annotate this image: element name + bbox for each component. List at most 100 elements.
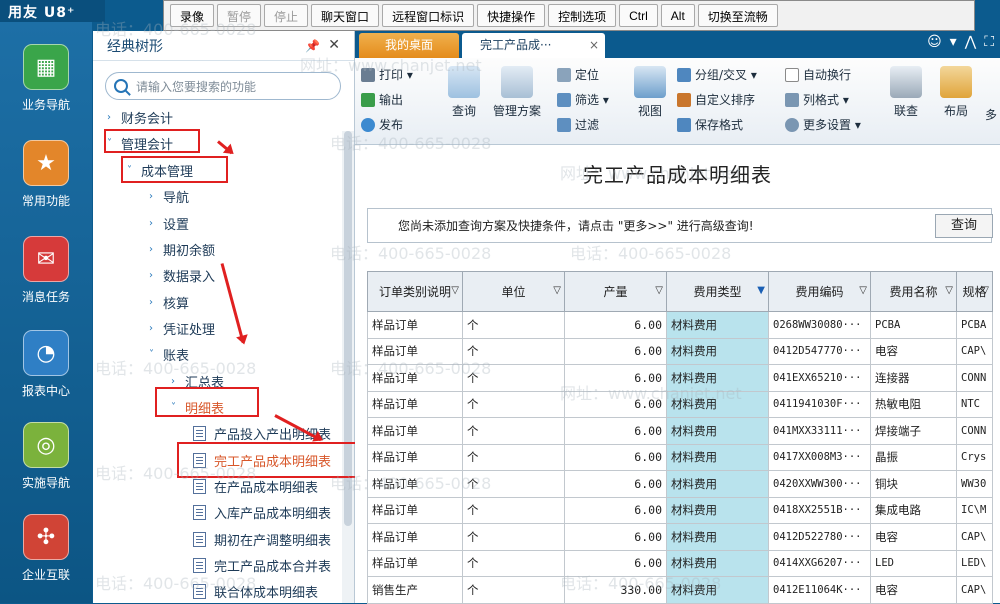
tab-finished-cost[interactable]: 完工产品成··· × [462,33,605,58]
table-cell[interactable]: 个 [462,443,565,471]
remote-window-id-button[interactable]: 远程窗口标识 [382,4,475,27]
tree-item-settings[interactable]: › 设置 [149,214,189,233]
table-cell[interactable]: 0411941030F··· [768,390,871,418]
table-cell[interactable]: 6.00 [564,364,667,392]
nav-message[interactable]: ✉ 消息任务 [8,236,84,305]
table-cell[interactable]: IC\M [956,496,993,524]
scheme-button[interactable]: 管理方案 [489,66,545,119]
table-cell[interactable]: 材料费用 [666,549,769,577]
table-cell[interactable]: 0412D522780··· [768,523,871,551]
locate-button[interactable]: 定位 [557,66,599,83]
table-cell[interactable]: 材料费用 [666,443,769,471]
record-button[interactable]: 录像 [170,4,215,27]
table-cell[interactable]: 材料费用 [666,337,769,365]
smile-icon[interactable]: ☺ [927,34,942,50]
column-header[interactable]: 产量 ▽ [564,271,667,312]
filter-icon[interactable]: ▽ [451,285,459,296]
tree-item-nav[interactable]: › 导航 [149,187,189,206]
table-cell[interactable]: 材料费用 [666,417,769,445]
nav-connect[interactable]: ✣ 企业互联 [8,514,84,583]
column-header[interactable]: 费用类型 ▼ [666,271,769,312]
table-cell[interactable]: WW30 [956,470,993,498]
table-cell[interactable]: 0420XXWW300··· [768,470,871,498]
table-row[interactable]: 样品订单个 6.00 材料费用 0414XXG6207··· LED LED\ [367,549,993,577]
table-cell[interactable]: 6.00 [564,417,667,445]
colformat-button[interactable]: 列格式 ▾ [785,91,849,108]
table-cell[interactable]: 电容 [870,337,957,365]
table-cell[interactable]: 0412D547770··· [768,337,871,365]
table-cell[interactable]: 个 [462,390,565,418]
table-cell[interactable]: 041MXX33111··· [768,417,871,445]
filter-icon[interactable]: ▽ [859,285,867,296]
table-cell[interactable]: 6.00 [564,523,667,551]
table-cell[interactable]: 材料费用 [666,311,769,339]
table-cell[interactable]: 330.00 [564,576,667,604]
table-cell[interactable]: 个 [462,364,565,392]
nav-common[interactable]: ★ 常用功能 [8,140,84,209]
collapse-icon[interactable]: ⋀ [965,34,976,50]
table-cell[interactable]: 0414XXG6207··· [768,549,871,577]
layout-button[interactable]: 布局 [937,66,975,119]
table-cell[interactable]: 样品订单 [367,390,463,418]
table-cell[interactable]: 材料费用 [666,390,769,418]
filter-icon[interactable]: ▽ [981,285,989,296]
tree-item-opening-balance[interactable]: › 期初余额 [149,240,215,259]
filter-icon[interactable]: ▼ [757,285,765,296]
table-cell[interactable]: 材料费用 [666,576,769,604]
custom-sort-button[interactable]: 自定义排序 [677,91,755,108]
switch-smooth-button[interactable]: 切换至流畅 [697,4,778,27]
table-cell[interactable]: CONN [956,364,993,392]
table-cell[interactable]: 样品订单 [367,417,463,445]
tab-desktop[interactable]: 我的桌面 [359,33,459,58]
table-cell[interactable]: 焊接端子 [870,417,957,445]
table-cell[interactable]: CAP\ [956,576,993,604]
publish-button[interactable]: 发布 [361,116,403,133]
table-cell[interactable]: 6.00 [564,337,667,365]
table-cell[interactable]: 个 [462,311,565,339]
tree-item-union-cost[interactable]: 联合体成本明细表 [193,582,318,601]
table-cell[interactable]: 样品订单 [367,311,463,339]
table-row[interactable]: 样品订单个 6.00 材料费用 0420XXWW300··· 铜块 WW30 [367,470,993,498]
table-cell[interactable]: 6.00 [564,470,667,498]
tree-item-calculate[interactable]: › 核算 [149,293,189,312]
pause-button[interactable]: 暂停 [217,4,262,27]
table-cell[interactable]: NTC [956,390,993,418]
table-cell[interactable]: PCBA [956,311,993,339]
table-cell[interactable]: 个 [462,523,565,551]
view-button[interactable]: 视图 [631,66,669,119]
table-row[interactable]: 样品订单个 6.00 材料费用 041MXX33111··· 焊接端子 CONN [367,417,993,445]
tree-item-finance[interactable]: › 财务会计 [107,108,173,127]
nav-business[interactable]: ▦ 业务导航 [8,44,84,113]
table-cell[interactable]: 6.00 [564,311,667,339]
query-submit-button[interactable]: 查询 [935,214,993,238]
query-button[interactable]: 查询 [445,66,483,119]
table-cell[interactable]: CAP\ [956,523,993,551]
table-cell[interactable]: 集成电路 [870,496,957,524]
table-row[interactable]: 样品订单个 6.00 材料费用 0417XX008M3··· 晶振 Crys [367,443,993,471]
chat-window-button[interactable]: 聊天窗口 [311,4,380,27]
more-settings-button[interactable]: 更多设置 ▾ [785,116,861,133]
save-format-button[interactable]: 保存格式 [677,116,743,133]
more-button[interactable]: 多 [985,106,1000,123]
column-header[interactable]: 费用名称 ▽ [870,271,957,312]
table-row[interactable]: 样品订单个 6.00 材料费用 0418XX2551B··· 集成电路 IC\M [367,496,993,524]
table-cell[interactable]: 6.00 [564,443,667,471]
table-cell[interactable]: 041EXX65210··· [768,364,871,392]
table-cell[interactable]: CAP\ [956,337,993,365]
table-cell[interactable]: 电容 [870,576,957,604]
nav-report[interactable]: ◔ 报表中心 [8,330,84,399]
table-cell[interactable]: 个 [462,549,565,577]
alt-button[interactable]: Alt [660,4,695,27]
pin-icon[interactable]: 📌 [305,39,320,53]
table-cell[interactable]: 个 [462,496,565,524]
control-options-button[interactable]: 控制选项 [548,4,617,27]
table-cell[interactable]: 个 [462,417,565,445]
tree-item-inbound-cost[interactable]: 入库产品成本明细表 [193,503,331,522]
table-cell[interactable]: LED\ [956,549,993,577]
nav-implement[interactable]: ◎ 实施导航 [8,422,84,491]
table-cell[interactable]: 材料费用 [666,523,769,551]
tree-item-reports[interactable]: ˅ 账表 [149,345,189,364]
quick-actions-button[interactable]: 快捷操作 [477,4,546,27]
table-cell[interactable]: 铜块 [870,470,957,498]
table-cell[interactable]: 样品订单 [367,337,463,365]
